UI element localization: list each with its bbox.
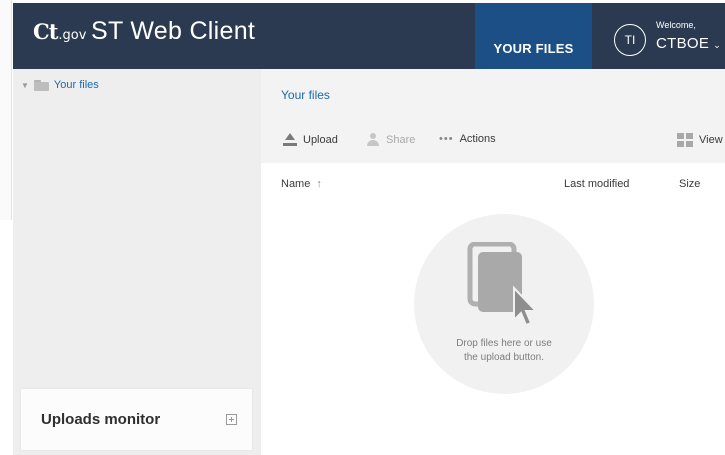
app-title: ST Web Client bbox=[91, 17, 256, 45]
outer-panel bbox=[0, 0, 12, 220]
column-header-size[interactable]: Size bbox=[679, 178, 700, 190]
main-content: Your files Upload Share ••• Actions View bbox=[261, 69, 725, 455]
uploads-monitor-panel[interactable]: Uploads monitor bbox=[21, 389, 252, 450]
column-name-label: Name bbox=[281, 178, 311, 190]
breadcrumb[interactable]: Your files bbox=[281, 88, 330, 102]
drop-zone[interactable]: Drop files here or use the upload button… bbox=[414, 214, 594, 394]
user-menu[interactable]: CTBOE ⌄ bbox=[656, 35, 721, 52]
actions-button[interactable]: ••• Actions bbox=[439, 133, 496, 145]
expand-arrow-icon[interactable]: ▼ bbox=[21, 81, 29, 90]
column-header-last-modified[interactable]: Last modified bbox=[564, 178, 629, 190]
user-name: CTBOE bbox=[656, 35, 710, 52]
files-cursor-icon bbox=[467, 242, 539, 327]
share-label: Share bbox=[386, 134, 416, 146]
sidebar-item-your-files[interactable]: ▼ Your files bbox=[21, 79, 99, 91]
sidebar: ▼ Your files Uploads monitor bbox=[13, 69, 261, 455]
upload-icon bbox=[283, 133, 297, 147]
tab-your-files[interactable]: YOUR FILES bbox=[475, 3, 592, 69]
sidebar-item-label: Your files bbox=[53, 79, 99, 91]
screen: Ct .gov ST Web Client YOUR FILES TI Welc… bbox=[0, 0, 725, 455]
uploads-monitor-title: Uploads monitor bbox=[41, 411, 161, 428]
chevron-down-icon: ⌄ bbox=[713, 40, 722, 50]
column-header-name[interactable]: Name ↑ bbox=[281, 178, 322, 190]
expand-icon[interactable] bbox=[226, 414, 237, 425]
avatar[interactable]: TI bbox=[614, 24, 646, 56]
view-button[interactable]: View bbox=[677, 133, 723, 147]
upload-button[interactable]: Upload bbox=[283, 133, 338, 147]
toolbar: Upload Share ••• Actions View bbox=[261, 126, 725, 156]
view-label: View bbox=[699, 134, 723, 146]
upload-label: Upload bbox=[303, 134, 338, 146]
ct-gov-logo[interactable]: Ct .gov bbox=[33, 19, 86, 49]
share-button[interactable]: Share bbox=[366, 133, 415, 147]
more-dots-icon: ••• bbox=[439, 133, 454, 145]
app-header: Ct .gov ST Web Client YOUR FILES TI Welc… bbox=[13, 3, 725, 69]
actions-label: Actions bbox=[459, 133, 496, 145]
folder-icon bbox=[33, 79, 49, 91]
welcome-label: Welcome, bbox=[656, 20, 696, 30]
drop-zone-line1: Drop files here or use bbox=[456, 338, 552, 349]
file-list-pane[interactable]: Name ↑ Last modified Size Drop files here… bbox=[261, 163, 725, 455]
logo-gov-text: .gov bbox=[58, 28, 87, 43]
logo-ct-text: Ct bbox=[33, 19, 58, 44]
share-icon bbox=[366, 133, 380, 147]
sort-up-icon: ↑ bbox=[316, 178, 322, 190]
view-grid-icon bbox=[677, 133, 693, 147]
app-window: Ct .gov ST Web Client YOUR FILES TI Welc… bbox=[13, 3, 725, 455]
drop-zone-line2: the upload button. bbox=[463, 352, 545, 363]
drop-zone-text: Drop files here or use the upload button… bbox=[414, 337, 594, 365]
